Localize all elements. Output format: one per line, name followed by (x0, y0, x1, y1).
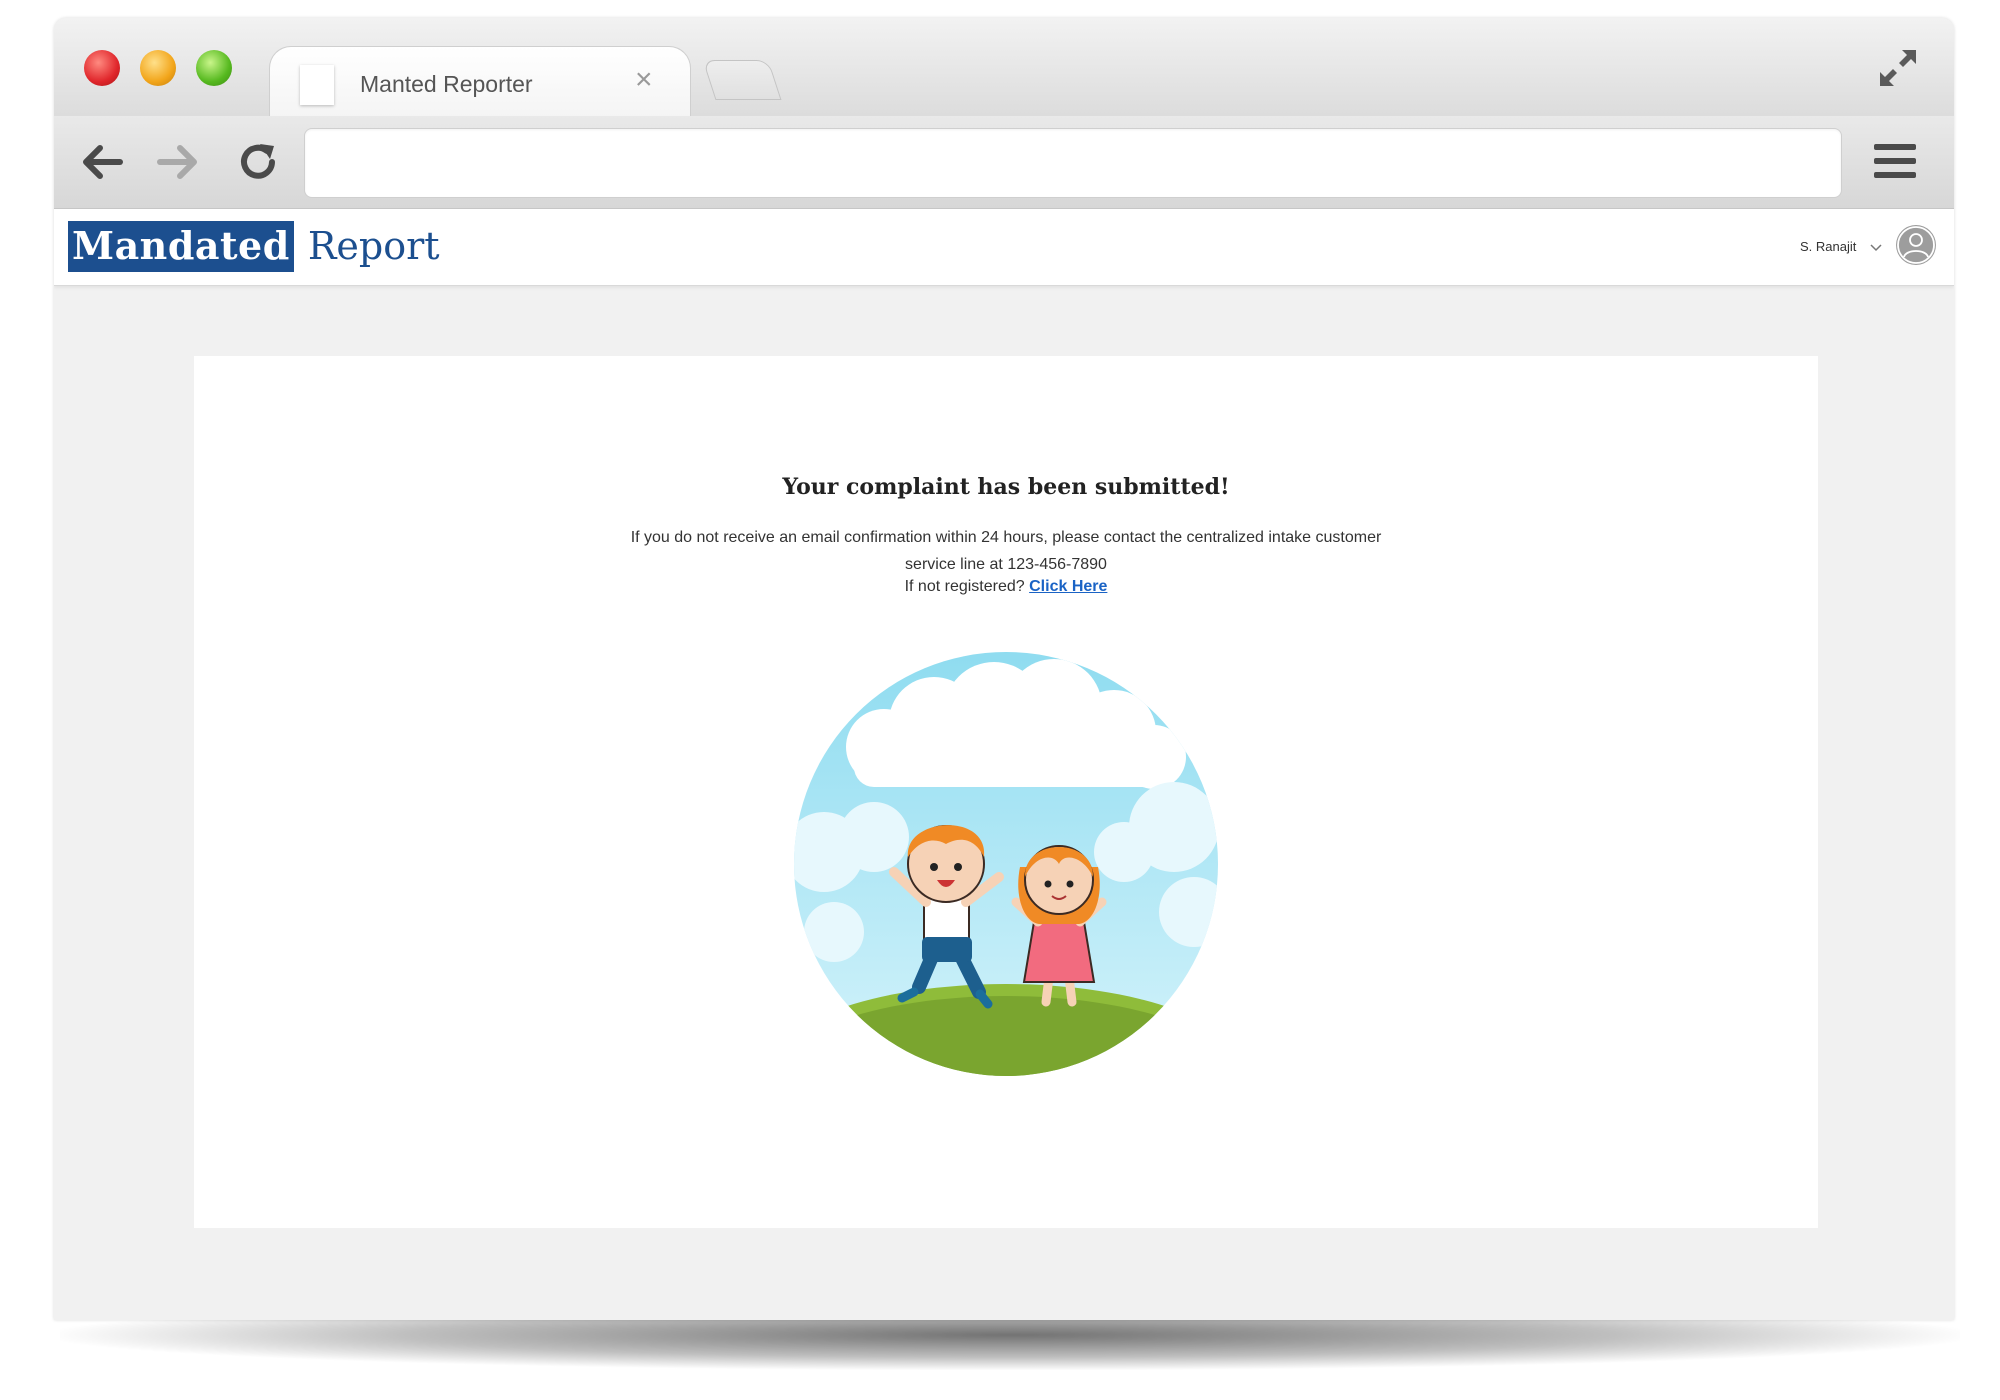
expand-icon[interactable] (1874, 44, 1922, 92)
reload-icon[interactable] (234, 138, 282, 186)
app-logo[interactable]: Mandated Report (68, 219, 440, 273)
app-header: Mandated Report S. Ranajit (54, 209, 1954, 286)
register-link[interactable]: Click Here (1029, 578, 1107, 595)
address-bar[interactable] (304, 128, 1842, 198)
new-tab-button[interactable] (702, 60, 782, 100)
tab-title: Manted Reporter (360, 71, 533, 97)
happy-children-illustration (794, 652, 1218, 1076)
user-avatar-icon[interactable] (1896, 225, 1936, 265)
hamburger-menu-icon[interactable] (1872, 138, 1918, 184)
browser-tab[interactable]: Manted Reporter × (269, 46, 691, 119)
confirmation-message: If you do not receive an email confirmat… (630, 529, 1382, 573)
register-prompt: If not registered? (904, 578, 1025, 595)
logo-report: Report (307, 224, 440, 268)
register-line: If not registered? Click Here (194, 578, 1818, 596)
page-favicon-icon (300, 65, 334, 105)
browser-toolbar (54, 116, 1954, 209)
confirmation-card: Your complaint has been submitted! If yo… (194, 356, 1818, 1228)
zoom-window-button[interactable] (196, 50, 232, 86)
confirmation-title: Your complaint has been submitted! (782, 474, 1230, 500)
chevron-down-icon[interactable] (1868, 239, 1884, 255)
browser-titlebar: Manted Reporter × (54, 18, 1954, 119)
user-name[interactable]: S. Ranajit (1800, 239, 1856, 254)
browser-window: Manted Reporter × Mandated Report S. Ran… (54, 18, 1954, 1320)
logo-mandated: Mandated (68, 220, 294, 272)
arrow-right-icon[interactable] (154, 138, 202, 186)
tab-close-icon[interactable]: × (635, 65, 653, 95)
close-window-button[interactable] (84, 50, 120, 86)
minimize-window-button[interactable] (140, 50, 176, 86)
arrow-left-icon[interactable] (78, 138, 126, 186)
